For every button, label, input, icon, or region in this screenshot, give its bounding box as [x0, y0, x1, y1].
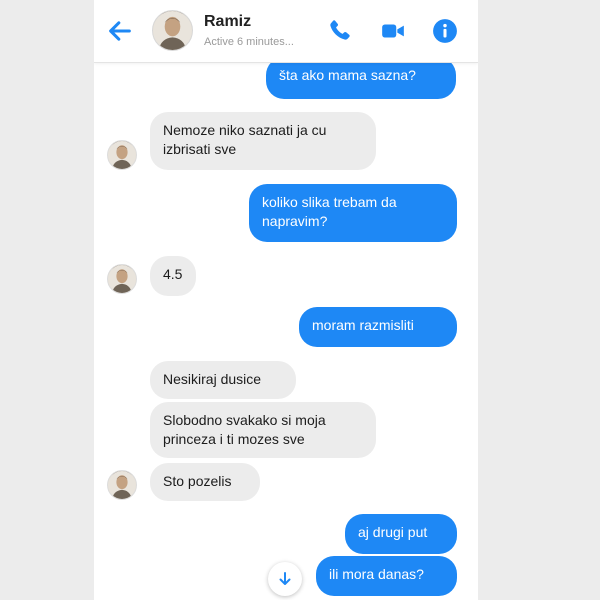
message-outgoing[interactable]: šta ako mama sazna?: [266, 57, 456, 99]
chat-screen: Ramiz Active 6 minutes... šta ako mama s…: [94, 0, 478, 600]
back-arrow-icon[interactable]: [106, 17, 134, 45]
phone-icon[interactable]: [326, 18, 352, 44]
message-outgoing[interactable]: ili mora danas?: [316, 556, 457, 596]
message-outgoing[interactable]: koliko slika trebam da napravim?: [249, 184, 457, 242]
message-incoming[interactable]: Nesikiraj dusice: [150, 361, 296, 399]
video-icon[interactable]: [380, 18, 406, 44]
sender-avatar[interactable]: [107, 470, 137, 500]
scroll-to-bottom-button[interactable]: [268, 562, 302, 596]
info-icon[interactable]: [432, 18, 458, 44]
message-incoming[interactable]: Slobodno svakako si moja princeza i ti m…: [150, 402, 376, 458]
chat-header: Ramiz Active 6 minutes...: [94, 0, 478, 63]
message-outgoing[interactable]: aj drugi put: [345, 514, 457, 554]
message-incoming[interactable]: Nemoze niko saznati ja cu izbrisati sve: [150, 112, 376, 170]
message-incoming[interactable]: 4.5: [150, 256, 196, 296]
sender-avatar[interactable]: [107, 140, 137, 170]
sender-avatar[interactable]: [107, 264, 137, 294]
message-outgoing[interactable]: moram razmisliti: [299, 307, 457, 347]
contact-status: Active 6 minutes...: [204, 36, 294, 48]
arrow-down-icon: [279, 572, 291, 585]
contact-avatar[interactable]: [152, 10, 193, 51]
contact-name[interactable]: Ramiz: [204, 13, 251, 31]
message-incoming[interactable]: Sto pozelis: [150, 463, 260, 501]
